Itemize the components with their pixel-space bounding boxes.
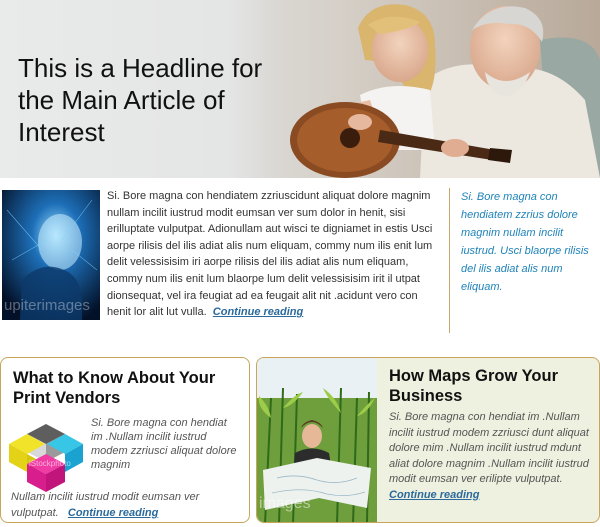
hero-headline: This is a Headline for the Main Article … — [18, 53, 263, 147]
cornfield-map-image: images — [257, 358, 377, 522]
hero-banner: This is a Headline for the Main Article … — [0, 0, 600, 178]
cubes-watermark: iStockphoto — [29, 459, 71, 468]
vendors-text-wrap: Si. Bore magna con hendiat im .Nullam in… — [91, 417, 237, 471]
maps-box: images How Maps Grow Your Business Si. B… — [256, 357, 600, 523]
column-divider — [449, 188, 450, 333]
main-article-body: Si. Bore magna con hendiatem zzriuscidun… — [107, 188, 440, 321]
main-continue-link[interactable]: Continue reading — [213, 306, 303, 318]
hero-photo-guitar-lesson — [250, 0, 600, 178]
main-article-text: Si. Bore magna con hendiatem zzriuscidun… — [107, 190, 433, 319]
maps-continue-link[interactable]: Continue reading — [389, 489, 479, 501]
sidebar-quote: Si. Bore magna con hendiatem zzrius dolo… — [461, 191, 589, 293]
vendors-text-tail: Nullam incilit iustrud modit eumsan ver … — [11, 489, 246, 521]
vendors-box: What to Know About Your Print Vendors iS… — [0, 357, 250, 523]
thumbnail-watermark: upiterimages — [4, 297, 90, 314]
maps-text: Si. Bore magna con hendiat im .Nullam in… — [389, 411, 589, 485]
vendors-title: What to Know About Your Print Vendors — [13, 369, 216, 407]
maps-text-block: Si. Bore magna con hendiat im .Nullam in… — [389, 410, 597, 503]
tech-head-thumbnail: upiterimages — [2, 190, 100, 320]
vendors-continue-link[interactable]: Continue reading — [68, 507, 158, 519]
color-cubes-image: iStockphoto — [9, 424, 83, 492]
maps-title: How Maps Grow Your Business — [389, 367, 558, 405]
field-watermark: images — [259, 495, 311, 512]
